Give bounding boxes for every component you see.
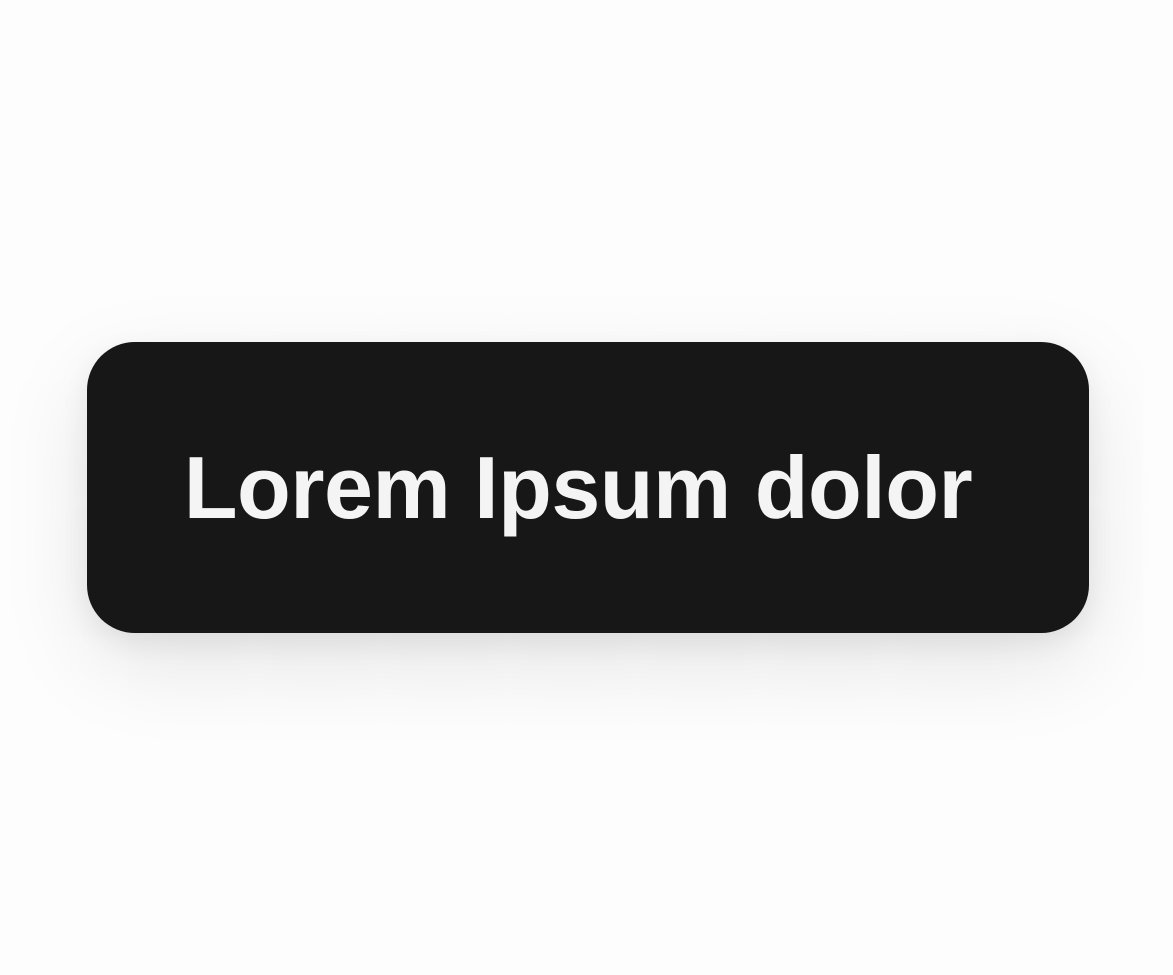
primary-button[interactable]: Lorem Ipsum dolor [87,342,1089,633]
canvas: Lorem Ipsum dolor [0,0,1173,975]
primary-button-label: Lorem Ipsum dolor [183,437,973,537]
